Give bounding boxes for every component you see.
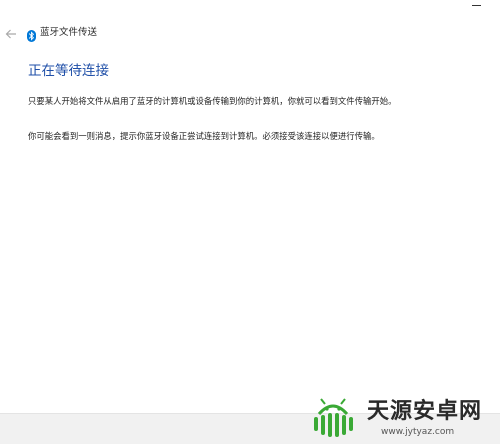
android-logo-icon	[305, 392, 361, 443]
title-bar: 蓝牙文件传送	[0, 0, 500, 56]
window-title: 蓝牙文件传送	[40, 27, 98, 38]
watermark-url: www.jytyaz.com	[381, 427, 455, 437]
minimize-button[interactable]	[454, 0, 500, 12]
page-title: 正在等待连接	[28, 63, 109, 79]
watermark: 天源安卓网 www.jytyaz.com	[305, 392, 500, 443]
description-paragraph: 只要某人开始将文件从启用了蓝牙的计算机或设备传输到你的计算机，你就可以看到文件传…	[28, 96, 397, 106]
warning-paragraph: 你可能会看到一则消息，提示你蓝牙设备正尝试连接到计算机。必须接受该连接以便进行传…	[28, 131, 380, 141]
bluetooth-icon	[27, 27, 36, 42]
back-arrow-icon[interactable]	[4, 26, 18, 40]
watermark-name: 天源安卓网	[367, 399, 483, 424]
